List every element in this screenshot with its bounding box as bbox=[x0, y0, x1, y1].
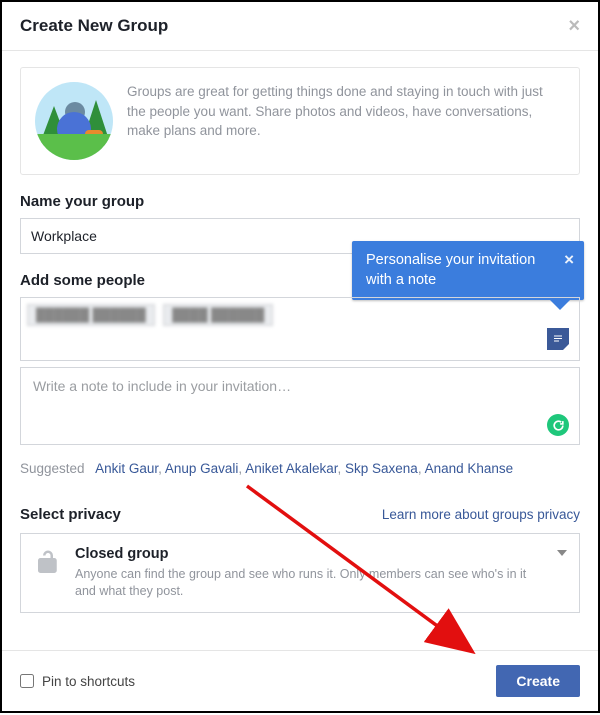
intro-text: Groups are great for getting things done… bbox=[127, 82, 563, 141]
chevron-down-icon bbox=[557, 550, 567, 556]
grammarly-icon[interactable] bbox=[547, 414, 569, 436]
people-chip[interactable]: ████ ██████ bbox=[163, 304, 273, 326]
tooltip-text: Personalise your invitation with a note bbox=[366, 252, 535, 288]
suggested-person[interactable]: Anand Khanse bbox=[425, 461, 514, 476]
suggested-person[interactable]: Aniket Akalekar bbox=[245, 461, 337, 476]
pin-shortcuts-checkbox[interactable]: Pin to shortcuts bbox=[20, 674, 135, 689]
privacy-option-desc: Anyone can find the group and see who ru… bbox=[75, 566, 549, 600]
groups-illustration-icon bbox=[35, 82, 113, 160]
suggested-person[interactable]: Anup Gavali bbox=[165, 461, 239, 476]
pin-label: Pin to shortcuts bbox=[42, 674, 135, 689]
intro-banner: Groups are great for getting things done… bbox=[20, 67, 580, 175]
privacy-select[interactable]: Closed group Anyone can find the group a… bbox=[20, 533, 580, 613]
suggested-row: Suggested Ankit Gaur, Anup Gavali, Anike… bbox=[20, 461, 580, 476]
pin-checkbox-input[interactable] bbox=[20, 674, 34, 688]
privacy-option-title: Closed group bbox=[75, 546, 549, 562]
suggested-person[interactable]: Ankit Gaur bbox=[95, 461, 158, 476]
privacy-learn-link[interactable]: Learn more about groups privacy bbox=[382, 507, 580, 522]
suggested-person[interactable]: Skp Saxena bbox=[345, 461, 418, 476]
privacy-label: Select privacy bbox=[20, 506, 121, 523]
dialog-title: Create New Group bbox=[20, 16, 168, 36]
tooltip-close-icon[interactable]: × bbox=[564, 249, 574, 272]
people-chip[interactable]: ██████ ██████ bbox=[27, 304, 155, 326]
close-icon[interactable]: × bbox=[568, 16, 580, 36]
people-input[interactable]: ██████ ██████ ████ ██████ bbox=[20, 297, 580, 361]
add-note-icon[interactable] bbox=[547, 328, 569, 350]
name-label: Name your group bbox=[20, 193, 580, 210]
note-tooltip: Personalise your invitation with a note … bbox=[352, 241, 584, 300]
create-button[interactable]: Create bbox=[496, 665, 580, 697]
suggested-label: Suggested bbox=[20, 461, 85, 476]
invitation-note-input[interactable]: Write a note to include in your invitati… bbox=[20, 367, 580, 445]
lock-open-icon bbox=[33, 548, 63, 576]
note-placeholder: Write a note to include in your invitati… bbox=[33, 378, 567, 394]
